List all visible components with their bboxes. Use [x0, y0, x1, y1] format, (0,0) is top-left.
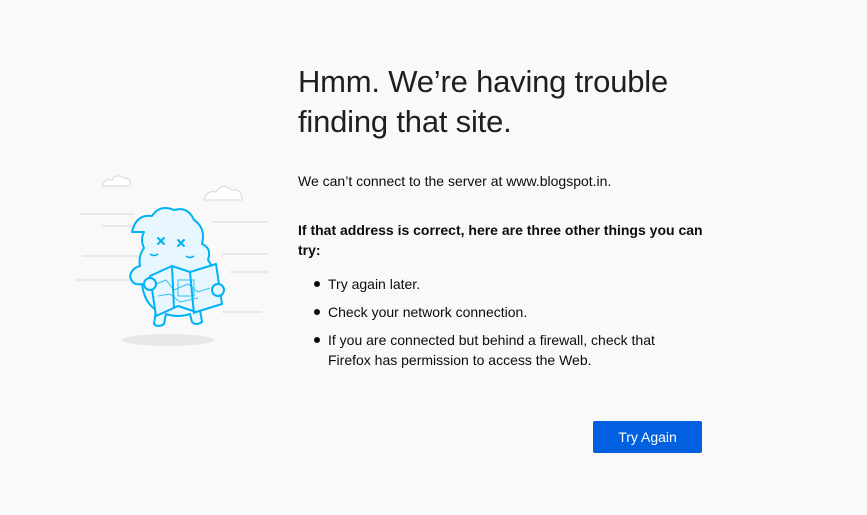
- suggestion-text: Check your network connection.: [328, 304, 528, 320]
- suggestion-item: Try again later.: [298, 274, 698, 294]
- suggestions-list: Try again later. Check your network conn…: [298, 274, 698, 378]
- suggestions-heading: If that address is correct, here are thr…: [298, 222, 703, 258]
- bullet-icon: [314, 281, 320, 287]
- suggestion-item: If you are connected but behind a firewa…: [298, 330, 698, 370]
- error-title: Hmm. We’re having trouble finding that s…: [298, 64, 669, 139]
- bullet-icon: [314, 337, 320, 343]
- error-page: Hmm. We’re having trouble finding that s…: [0, 0, 867, 515]
- bullet-icon: [314, 309, 320, 315]
- lost-map-mascot-illustration: [76, 175, 268, 346]
- error-description: We can’t connect to the server at www.bl…: [298, 173, 612, 189]
- try-again-button[interactable]: Try Again: [593, 421, 702, 453]
- suggestion-text: Try again later.: [328, 276, 421, 292]
- error-content: Hmm. We’re having trouble finding that s…: [298, 62, 708, 453]
- suggestion-text: If you are connected but behind a firewa…: [328, 332, 655, 368]
- suggestion-item: Check your network connection.: [298, 302, 698, 322]
